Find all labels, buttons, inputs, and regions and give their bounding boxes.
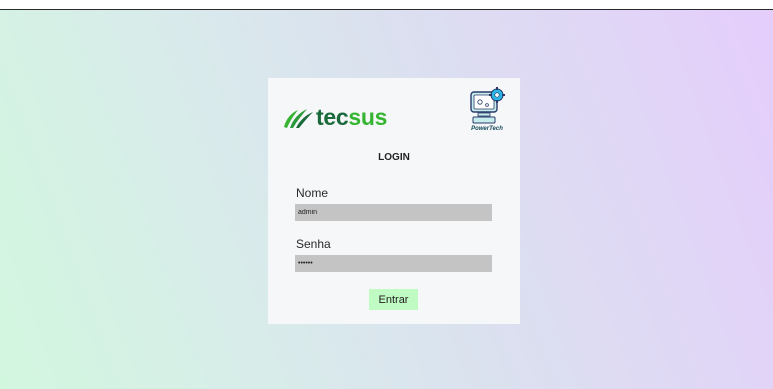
login-card: tecsus PowerTech LOGIN Nome Senha [268, 78, 520, 324]
login-page: tecsus PowerTech LOGIN Nome Senha [0, 0, 773, 389]
brand-name-part2: sus [348, 104, 388, 130]
login-title: LOGIN [378, 152, 410, 163]
password-label: Senha [296, 237, 331, 251]
top-bar [0, 0, 773, 10]
name-input[interactable] [295, 204, 492, 221]
partner-name: PowerTech [471, 126, 503, 132]
password-input[interactable] [295, 255, 492, 272]
login-button[interactable]: Entrar [369, 289, 418, 310]
brand-name-part1: tec [316, 104, 349, 130]
name-label: Nome [296, 186, 329, 200]
computer-gear-icon [470, 87, 505, 124]
brand-name: tecsus [316, 106, 387, 129]
leaf-icon [284, 108, 313, 128]
powertech-logo: PowerTech [464, 86, 510, 136]
tecsus-logo: tecsus [282, 106, 387, 129]
